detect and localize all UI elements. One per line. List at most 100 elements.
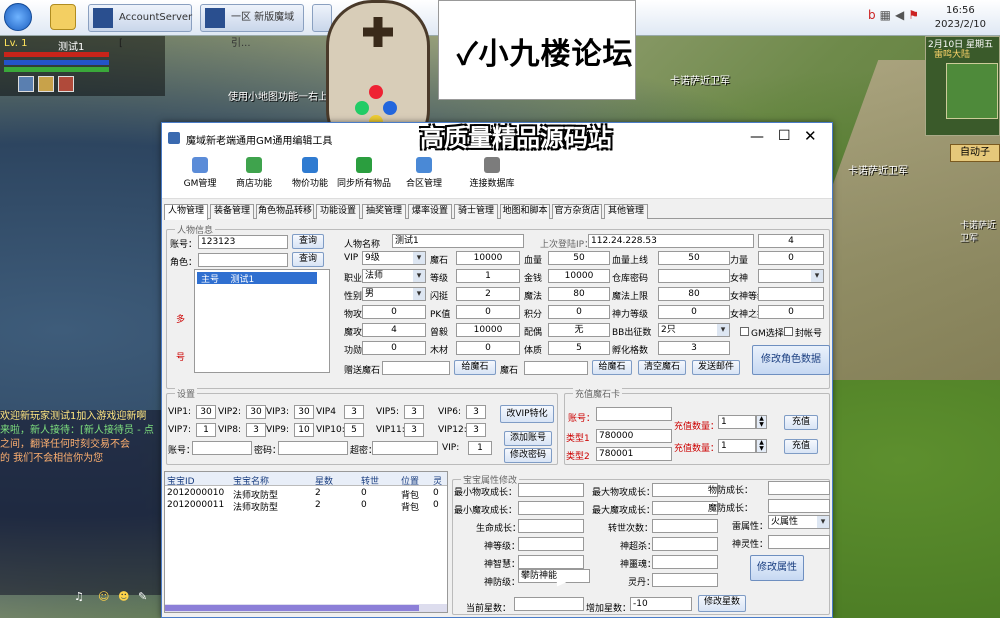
horizontal-scrollbar[interactable] [165,604,447,612]
qty1-spinner[interactable]: ▲ ▼ [756,415,767,429]
merit-field[interactable]: 0 [362,341,426,355]
buff-icon[interactable] [18,76,34,92]
give-stone-button[interactable]: 给魔石 [454,360,496,375]
query-button[interactable]: 查询 [292,234,324,249]
vip-level-input[interactable]: 30 [246,405,266,419]
auto-button[interactable]: 自动子 [950,144,1000,162]
scroll-thumb[interactable] [165,605,419,611]
account-list[interactable]: 主号 测试1 [194,269,330,373]
recharge-type2-input[interactable]: 780001 [596,447,672,461]
vip-level-input[interactable]: 3 [246,423,266,437]
clear-stone-button[interactable]: 清空魔石 [638,360,686,375]
modify-password-button[interactable]: 修改密码 [504,448,552,463]
fame-field[interactable]: 10000 [456,323,520,337]
wh-pw-field[interactable] [658,269,730,283]
super-password-input[interactable] [372,441,438,455]
bb-field[interactable]: 2只 [658,323,730,337]
tab-7[interactable]: 骑士管理 [454,204,498,219]
add-account-button[interactable]: 添加账号 [504,431,552,446]
spirit-input[interactable]: 4 [758,234,824,248]
pk-field[interactable]: 0 [456,305,520,319]
divine_sp-input[interactable] [768,535,830,549]
tab-8[interactable]: 地图和脚本 [500,204,550,219]
vip-level-input[interactable]: 3 [344,405,364,419]
tab-9[interactable]: 官方杂货店 [552,204,602,219]
toolbar-item[interactable]: 同步所有物品 [334,157,394,189]
vip-field[interactable]: 9级 [362,251,426,265]
pdef-field[interactable]: 0 [362,305,426,319]
recharge-type1-input[interactable]: 780000 [596,429,672,443]
minimize-icon[interactable]: — [750,129,764,145]
vip-level-input[interactable]: 30 [294,405,314,419]
thunder-select[interactable]: 火属性 [768,515,830,529]
start-button[interactable] [4,3,32,31]
mdef_grow-input[interactable] [768,499,830,513]
recharge-button-1[interactable]: 充值 [784,415,818,430]
password-input[interactable] [278,441,348,455]
divine-field[interactable]: 0 [658,305,730,319]
account2-input[interactable] [192,441,252,455]
vip-modify-button[interactable]: 改VIP特化 [500,405,554,423]
toolbar-item[interactable]: 合区管理 [394,157,454,189]
stamina-field[interactable]: 5 [548,341,610,355]
flash-field[interactable]: 2 [456,287,520,301]
recharge-account-input[interactable] [596,407,672,421]
hatch-field[interactable]: 3 [658,341,730,355]
hp-max-field[interactable]: 50 [658,251,730,265]
wand-icon[interactable]: ✎ [138,590,147,603]
buff-icon[interactable] [58,76,74,92]
gold-field[interactable]: 10000 [548,269,610,283]
last-ip-input[interactable]: 112.24.228.53 [588,234,754,248]
mattack-field[interactable]: 4 [362,323,426,337]
recharge-qty2-input[interactable]: 1 [718,439,756,453]
vip-level-input[interactable]: 1 [196,423,216,437]
vip-level-input[interactable]: 3 [466,405,486,419]
close-icon[interactable]: ✕ [804,127,817,145]
tab-5[interactable]: 抽奖管理 [362,204,406,219]
name-input[interactable]: 测试1 [392,234,524,248]
tab-4[interactable]: 功能设置 [316,204,360,219]
goddess-field[interactable] [758,269,824,283]
vip-level-input[interactable]: 5 [344,423,364,437]
toolbar-item[interactable]: 商店功能 [224,157,284,189]
magic-stone-field[interactable]: 10000 [456,251,520,265]
recharge-qty1-input[interactable]: 1 [718,415,756,429]
music-icon[interactable]: ♫ [74,590,84,603]
taskbar-app[interactable]: AccountServer [ [88,4,192,49]
pet-table[interactable]: 宝宝ID 宝宝名称 星数 转世 位置灵 2012000010 法师攻防型 2 0 背包 0 2012… [164,471,448,613]
soul-input[interactable] [652,573,718,587]
divine_kill-input[interactable] [652,537,718,551]
qty2-spinner[interactable]: ▲ ▼ [756,439,767,453]
tab-1[interactable]: 人物管理 [164,204,208,220]
cur-star-input[interactable] [514,597,584,611]
modify-star-button[interactable]: 修改星数 [698,595,746,612]
divine_lv-input[interactable] [518,537,584,551]
spouse-field[interactable]: 无 [548,323,610,337]
clock[interactable]: 16:56 2023/2/10 [935,4,986,32]
recharge-button-2[interactable]: 充值 [784,439,818,454]
modify-attr-button[interactable]: 修改属性 [750,555,804,581]
toolbar-item[interactable]: GM管理 [170,157,230,189]
divine_soul-input[interactable] [652,555,718,569]
query-button-2[interactable]: 查询 [292,252,324,267]
emoji-icon[interactable]: ☻ [118,590,129,603]
volume-icon[interactable]: ◀ [895,8,908,22]
hp-field[interactable]: 50 [548,251,610,265]
mana-field[interactable]: 80 [548,287,610,301]
vip-level-input[interactable]: 30 [196,405,216,419]
table-row[interactable]: 2012000010 法师攻防型 2 0 背包 0 [165,488,447,501]
maximize-icon[interactable]: ☐ [778,128,791,144]
modify-char-button[interactable]: 修改角色数据 [752,345,830,375]
vip-level-input[interactable]: 10 [294,423,314,437]
checkbox[interactable] [740,327,749,336]
vip-level-input[interactable]: 3 [404,423,424,437]
min_ma-input[interactable] [518,501,584,515]
network-icon[interactable]: ▦ [880,8,895,22]
give-stone-button-2[interactable]: 给魔石 [592,360,632,375]
minimap[interactable]: 2月10日 星期五 雷鸣大陆 [925,36,1000,136]
vip2-input[interactable]: 1 [468,441,492,455]
mana-max-field[interactable]: 80 [658,287,730,301]
role-input[interactable] [198,253,288,267]
toolbar-item[interactable]: 连接数据库 [462,157,522,189]
account-input[interactable]: 123123 [198,235,288,249]
